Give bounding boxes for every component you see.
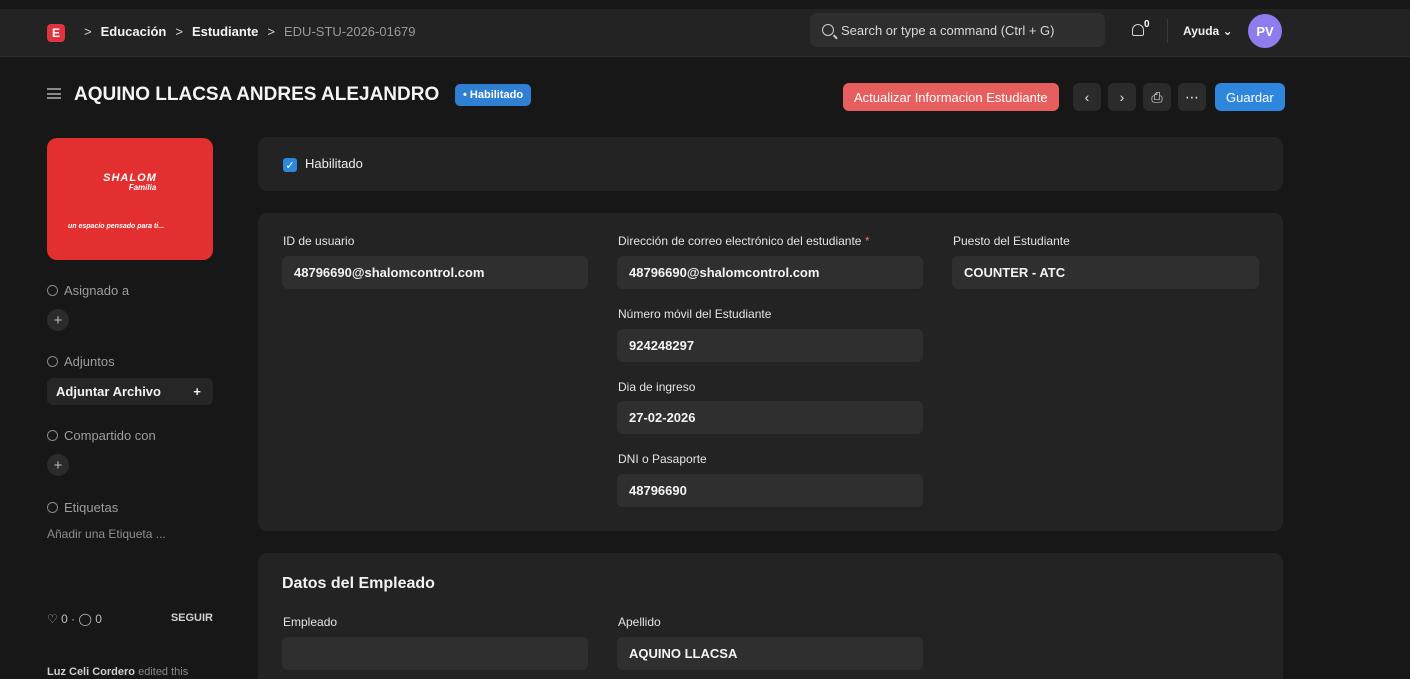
update-student-info-button[interactable]: Actualizar Informacion Estudiante	[843, 83, 1059, 111]
breadcrumb-education[interactable]: Educación	[101, 24, 167, 39]
student-info-panel: ID de usuario 48796690@shalomcontrol.com…	[258, 213, 1283, 531]
stats-row: ♡ 0 · ◯ 0 SEGUIR	[47, 612, 213, 626]
add-share-button[interactable]: +	[47, 454, 69, 476]
join-date-label: Dia de ingreso	[618, 380, 696, 394]
previous-record-button[interactable]: ‹	[1073, 83, 1101, 111]
enabled-checkbox[interactable]: ✓	[283, 158, 297, 172]
printer-icon: ⎙	[1151, 88, 1163, 105]
surname-label: Apellido	[618, 615, 661, 629]
chevron-left-icon: ‹	[1084, 89, 1090, 105]
avatar[interactable]: PV	[1248, 14, 1282, 48]
user-id-field[interactable]: 48796690@shalomcontrol.com	[282, 256, 588, 289]
mobile-label: Número móvil del Estudiante	[618, 307, 772, 321]
nav-divider	[1167, 19, 1168, 43]
next-record-button[interactable]: ›	[1108, 83, 1136, 111]
top-navbar: E > Educación > Estudiante > EDU-STU-202…	[0, 9, 1410, 57]
bell-icon	[1132, 24, 1144, 36]
student-image[interactable]: SHALOM Familia un espacio pensado para t…	[47, 138, 213, 260]
enabled-panel: ✓ Habilitado	[258, 137, 1283, 191]
sidebar: SHALOM Familia un espacio pensado para t…	[47, 138, 213, 678]
page-title: AQUINO LLACSA ANDRES ALEJANDRO	[74, 84, 440, 105]
shared-with-label: Compartido con	[47, 428, 156, 443]
search-icon	[822, 24, 834, 36]
page-header: AQUINO LLACSA ANDRES ALEJANDRO • Habilit…	[0, 70, 1410, 120]
help-menu[interactable]: Ayuda ⌄	[1183, 24, 1233, 38]
chevron-right-icon: >	[84, 24, 92, 39]
comment-icon[interactable]: ◯	[78, 612, 91, 626]
menu-icon[interactable]	[47, 88, 61, 99]
dni-label: DNI o Pasaporte	[618, 452, 707, 466]
brand-tagline: un espacio pensado para ti...	[68, 223, 165, 230]
user-icon	[47, 285, 58, 296]
plus-icon: +	[53, 311, 63, 329]
attach-file-button[interactable]: Adjuntar Archivo +	[47, 378, 213, 405]
position-label: Puesto del Estudiante	[953, 234, 1070, 248]
attachments-label: Adjuntos	[47, 354, 115, 369]
brand-logo: SHALOM Familia	[103, 172, 157, 193]
users-icon	[47, 430, 58, 441]
assigned-to-label: Asignado a	[47, 283, 129, 298]
search-input[interactable]: Search or type a command (Ctrl + G)	[810, 13, 1105, 47]
print-button[interactable]: ⎙	[1143, 83, 1171, 111]
email-label: Dirección de correo electrónico del estu…	[618, 234, 870, 248]
add-tag-link[interactable]: Añadir una Etiqueta ...	[47, 527, 166, 541]
status-badge: • Habilitado	[455, 84, 532, 106]
position-field[interactable]: COUNTER - ATC	[952, 256, 1259, 289]
tag-icon	[47, 502, 58, 513]
more-icon: ⋯	[1185, 88, 1199, 105]
breadcrumb: > Educación > Estudiante > EDU-STU-2026-…	[84, 24, 416, 39]
paperclip-icon	[47, 356, 58, 367]
dni-field[interactable]: 48796690	[617, 474, 923, 507]
app-logo-icon[interactable]: E	[47, 24, 65, 42]
heart-icon[interactable]: ♡	[47, 612, 58, 626]
breadcrumb-current: EDU-STU-2026-01679	[284, 24, 416, 39]
chevron-right-icon: >	[175, 24, 183, 39]
chevron-right-icon: >	[267, 24, 275, 39]
surname-field[interactable]: AQUINO LLACSA	[617, 637, 923, 670]
save-button[interactable]: Guardar	[1215, 83, 1285, 111]
employee-field[interactable]	[282, 637, 588, 670]
chevron-right-icon: ›	[1119, 89, 1125, 105]
breadcrumb-student[interactable]: Estudiante	[192, 24, 258, 39]
activity-entry: Luz Celi Cordero edited this	[47, 666, 189, 678]
join-date-field[interactable]: 27-02-2026	[617, 401, 923, 434]
mobile-field[interactable]: 924248297	[617, 329, 923, 362]
plus-icon: +	[53, 456, 63, 474]
employee-panel: Datos del Empleado Empleado Apellido AQU…	[258, 553, 1283, 679]
more-actions-button[interactable]: ⋯	[1178, 83, 1206, 111]
follow-button[interactable]: SEGUIR	[171, 612, 213, 626]
tags-label: Etiquetas	[47, 500, 118, 515]
plus-icon: +	[193, 384, 201, 399]
email-field[interactable]: 48796690@shalomcontrol.com	[617, 256, 923, 289]
section-title: Datos del Empleado	[282, 575, 435, 592]
add-assignee-button[interactable]: +	[47, 309, 69, 331]
chevron-down-icon: ⌄	[1222, 24, 1233, 38]
search-placeholder: Search or type a command (Ctrl + G)	[841, 22, 1055, 38]
notifications-button[interactable]: 0	[1130, 19, 1154, 41]
notification-count: 0	[1144, 19, 1150, 30]
enabled-label: Habilitado	[305, 156, 363, 171]
employee-label: Empleado	[283, 615, 338, 629]
user-id-label: ID de usuario	[283, 234, 355, 248]
